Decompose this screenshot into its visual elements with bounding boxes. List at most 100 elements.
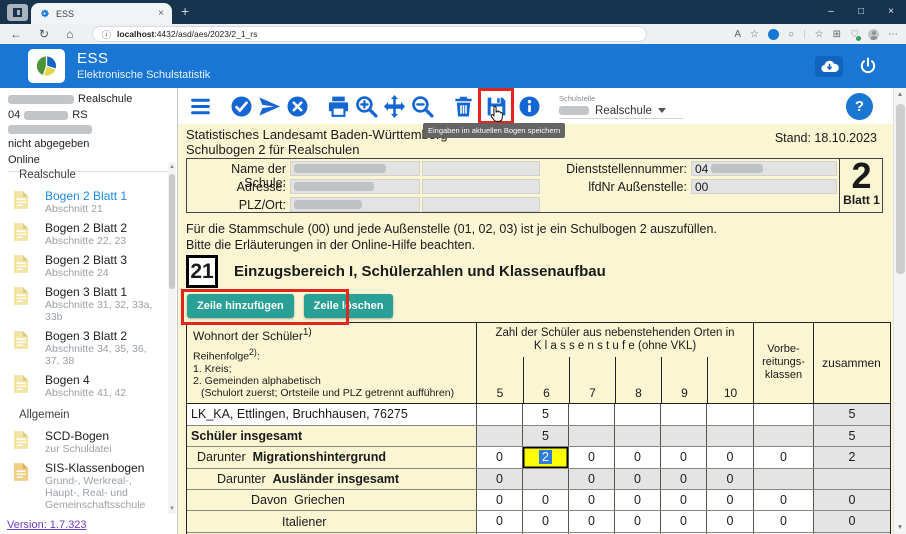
cell-value[interactable]: 0 [753, 511, 813, 531]
help-button[interactable]: ? [846, 93, 873, 120]
scroll-up-icon[interactable]: ▲ [168, 164, 176, 170]
send-button[interactable] [255, 92, 283, 120]
scrollbar-thumb[interactable] [169, 174, 175, 289]
move-button[interactable] [380, 92, 408, 120]
collections-icon[interactable]: ⊞ [833, 29, 841, 40]
cell-value[interactable]: 0 [660, 511, 706, 531]
form-toolbar: Eingaben im aktuellen Bogen speichernSch… [178, 88, 893, 124]
cell-value[interactable] [476, 404, 522, 425]
browser-essentials-icon[interactable]: ♡ [850, 29, 859, 40]
maximize-button[interactable]: □ [846, 0, 876, 24]
field-dienststellennummer[interactable]: 04 [691, 161, 837, 176]
cell-value[interactable]: 0 [568, 447, 614, 467]
field-adresse[interactable] [290, 179, 420, 194]
printer-button[interactable] [324, 92, 352, 120]
close-button[interactable]: × [876, 0, 906, 24]
field-school-name[interactable] [290, 161, 420, 176]
menu-button[interactable] [186, 92, 214, 120]
cell-value[interactable] [614, 404, 660, 425]
send-icon [257, 94, 282, 119]
cell-value[interactable]: 0 [476, 511, 522, 531]
extension-blue-icon[interactable] [768, 29, 779, 40]
tab-close-icon[interactable]: × [158, 9, 164, 19]
cell-value[interactable]: 0 [522, 490, 568, 510]
browser-tab[interactable]: ESS × [31, 3, 172, 24]
annotation-red-box-buttons [181, 289, 349, 325]
redacted-school-line [8, 125, 92, 134]
sidebar-item-scd-bogen[interactable]: SCD-Bogen zur Schuldatei [0, 426, 168, 458]
cell-value[interactable]: 0 [568, 490, 614, 510]
back-icon[interactable]: ← [10, 27, 22, 41]
logout-power-button[interactable] [857, 55, 879, 77]
close-circle-button[interactable] [283, 92, 311, 120]
table-row: DavonGriechen00000000 [187, 489, 890, 510]
more-menu-icon[interactable]: ⋯ [888, 29, 898, 40]
cell-value[interactable]: 0 [568, 511, 614, 531]
minimize-button[interactable]: – [816, 0, 846, 24]
version-link[interactable]: Version: 1.7.323 [7, 519, 87, 531]
sidebar-item-bogen-2-blatt-1[interactable]: Bogen 2 Blatt 1 Abschnitt 21 [0, 186, 168, 218]
address-bar[interactable]: ⓘ localhost:4432/asd/aes/2023/2_1_rs [92, 26, 647, 42]
cell-value[interactable] [660, 404, 706, 425]
cell-value[interactable]: 0 [753, 447, 813, 467]
site-info-icon[interactable]: ⓘ [102, 28, 111, 41]
selected-input-cell[interactable]: 2 [522, 447, 568, 467]
scroll-up-icon[interactable]: ▲ [894, 91, 906, 98]
scroll-down-icon[interactable]: ▼ [894, 524, 906, 531]
sidebar-item-bogen-3-blatt-1[interactable]: Bogen 3 Blatt 1 Abschnitte 31, 32, 33a, … [0, 282, 168, 326]
home-icon[interactable]: ⌂ [66, 27, 73, 41]
trash-icon [451, 94, 476, 119]
trash-button[interactable] [449, 92, 477, 120]
cell-value[interactable]: 0 [522, 511, 568, 531]
cell-value[interactable]: 0 [660, 490, 706, 510]
main-scrollbar[interactable]: ▲ ▼ [893, 88, 906, 534]
field-school-name-2[interactable] [422, 161, 540, 176]
chevron-down-icon[interactable] [658, 108, 666, 113]
new-tab-button[interactable]: + [181, 3, 189, 19]
info-button[interactable] [515, 92, 543, 120]
sidebar-item-subtitle: Abschnitte 31, 32, 33a, 33b [45, 299, 164, 323]
field-plz-ort[interactable] [290, 197, 420, 212]
column-header-7: 7 [569, 357, 615, 403]
refresh-icon[interactable]: ↻ [39, 27, 49, 41]
cell-value[interactable] [753, 404, 813, 425]
cell-value[interactable]: 0 [476, 447, 522, 467]
cloud-download-button[interactable] [815, 56, 843, 77]
sidebar-scrollbar[interactable]: ▲ ▼ [168, 162, 176, 514]
tab-actions-button[interactable] [7, 4, 28, 21]
field-lfdnr-aussenstelle[interactable]: 00 [691, 179, 837, 194]
read-aloud-icon[interactable]: A [734, 29, 741, 40]
check-circle-button[interactable] [227, 92, 255, 120]
scrollbar-thumb[interactable] [896, 104, 905, 274]
cell-value[interactable]: 0 [476, 490, 522, 510]
field-plz-ort-2[interactable] [422, 197, 540, 212]
favorites-bar-icon[interactable]: ☆ [815, 29, 824, 40]
field-adresse-2[interactable] [422, 179, 540, 194]
favorite-star-icon[interactable]: ☆ [750, 29, 759, 40]
cell-value[interactable]: 0 [706, 447, 753, 467]
extension-round-icon[interactable]: ○ [788, 29, 794, 40]
sidebar-item-bogen-2-blatt-3[interactable]: Bogen 2 Blatt 3 Abschnitte 24 [0, 250, 168, 282]
scroll-down-icon[interactable]: ▼ [168, 506, 176, 512]
sidebar-section-header: Realschule [0, 162, 168, 186]
sidebar-item-sis-klassenbogen[interactable]: SIS-Klassenbogen Grund-, Werkreal-, Haup… [0, 458, 168, 514]
cell-value[interactable] [568, 404, 614, 425]
cell-value[interactable] [706, 404, 753, 425]
zoom-in-button[interactable] [352, 92, 380, 120]
document-icon [13, 430, 29, 455]
cell-value[interactable]: 0 [753, 490, 813, 510]
sidebar-item-bogen-3-blatt-2[interactable]: Bogen 3 Blatt 2 Abschnitte 34, 35, 36, 3… [0, 326, 168, 370]
cell-value[interactable]: 5 [522, 404, 568, 425]
cell-value[interactable]: 0 [614, 511, 660, 531]
sidebar-item-bogen-4[interactable]: Bogen 4 Abschnitte 41, 42 [0, 370, 168, 402]
cell-value[interactable]: 0 [614, 447, 660, 467]
schulstelle-select[interactable]: Schulstelle Realschule [559, 94, 684, 119]
profile-avatar[interactable] [868, 29, 879, 40]
redacted-school-number [24, 111, 68, 120]
cell-value[interactable]: 0 [660, 447, 706, 467]
zoom-out-button[interactable] [408, 92, 436, 120]
cell-value[interactable]: 0 [614, 490, 660, 510]
cell-value[interactable]: 0 [706, 490, 753, 510]
cell-value[interactable]: 0 [706, 511, 753, 531]
sidebar-item-bogen-2-blatt-2[interactable]: Bogen 2 Blatt 2 Abschnitte 22, 23 [0, 218, 168, 250]
